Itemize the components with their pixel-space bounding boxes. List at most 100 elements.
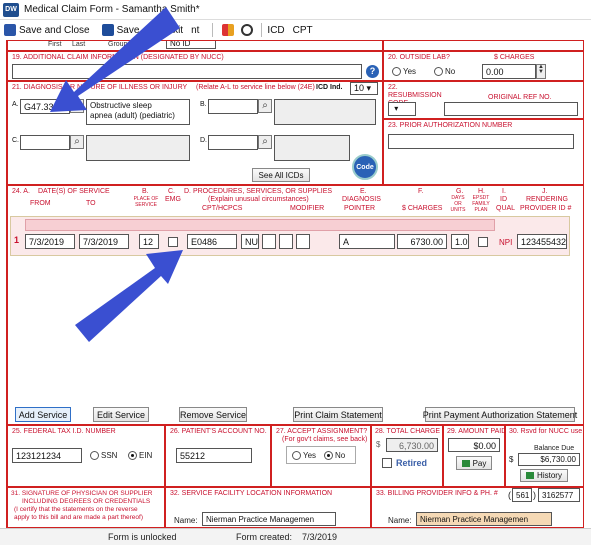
amount-paid-field[interactable]: $0.00 <box>448 438 500 452</box>
from-date-field[interactable]: 7/3/2019 <box>25 234 75 249</box>
edit-service-button[interactable]: Edit Service <box>93 407 149 422</box>
h-id: ID <box>500 196 507 203</box>
box30-section: 30. Rsvd for NUCC use Balance Due $6,730… <box>505 425 583 487</box>
row-number: 1 <box>14 235 20 245</box>
box28-section: 28. TOTAL CHARGE 6,730.00 $ Retired <box>371 425 443 487</box>
to-date-field[interactable]: 7/3/2019 <box>79 234 129 249</box>
facility-label: 32. SERVICE FACILITY LOCATION INFORMATIO… <box>170 490 333 497</box>
h-from: FROM <box>30 200 51 207</box>
money-icon <box>526 472 535 479</box>
h-to: TO <box>86 200 96 207</box>
facility-name-field[interactable]: Nierman Practice Managemen <box>202 512 336 526</box>
diagnosis-d-code[interactable] <box>208 135 258 150</box>
cpt-button[interactable]: CPT <box>293 25 313 36</box>
pay-button[interactable]: Pay <box>456 456 492 470</box>
print-claim-button[interactable]: Print Claim Statement <box>293 407 383 422</box>
people-icon[interactable] <box>222 24 235 36</box>
status-bar: Form is unlocked Form created: 7/3/2019 <box>0 528 591 545</box>
area-code-field[interactable]: 561 <box>512 488 532 502</box>
window-title: Medical Claim Form - Samantha Smith* <box>24 4 200 15</box>
remove-service-button[interactable]: Remove Service <box>179 407 247 422</box>
resubmission-select[interactable]: ▾ <box>388 102 416 116</box>
outside-lab-yes[interactable]: Yes <box>392 67 416 77</box>
cpt-field[interactable]: E0486 <box>187 234 237 249</box>
box29-section: 29. AMOUNT PAID $0.00 Pay <box>443 425 506 487</box>
diagnosis-pointer-field[interactable]: A <box>339 234 395 249</box>
search-icon[interactable]: ⌕ <box>70 135 84 149</box>
d-letter: D. <box>200 137 207 144</box>
balance-due-field: $6,730.00 <box>518 453 580 466</box>
save-button[interactable]: Save <box>98 24 139 36</box>
code-lookup-button[interactable]: Code <box>352 154 378 180</box>
emg-checkbox[interactable] <box>168 237 178 247</box>
target-icon[interactable] <box>241 24 254 36</box>
h-d: D. PROCEDURES, SERVICES, OR SUPPLIES <box>184 188 333 195</box>
modifier-2-field[interactable] <box>262 234 276 249</box>
h-cpt: CPT/HCPCS <box>202 205 243 212</box>
search-icon[interactable]: ⌕ <box>258 99 272 113</box>
history-button[interactable]: History <box>520 469 568 482</box>
outside-lab-no[interactable]: No <box>434 67 455 77</box>
h-emg: EMG <box>165 196 181 203</box>
billing-name-field[interactable]: Nierman Practice Managemen <box>416 512 552 526</box>
original-ref-field[interactable] <box>444 102 578 116</box>
shaded-line <box>25 219 495 231</box>
h-mod: MODIFIER <box>290 205 325 212</box>
modifier-1-field[interactable]: NU <box>241 234 259 249</box>
h-b: B. <box>142 188 149 195</box>
assignment-yes[interactable]: Yes <box>292 451 316 461</box>
h-charges: $ CHARGES <box>402 205 443 212</box>
original-ref-label: ORIGINAL REF NO. <box>488 94 552 101</box>
outside-lab-charges[interactable]: 0.00 <box>482 64 536 79</box>
h-epsdt: EPSDT FAMILY PLAN <box>472 195 490 213</box>
icd-button[interactable]: ICD <box>267 25 284 36</box>
box19-section: 19. ADDITIONAL CLAIM INFORMATION (Design… <box>7 51 383 81</box>
place-of-service-field[interactable]: 12 <box>139 234 159 249</box>
ein-radio[interactable] <box>128 451 137 461</box>
rendering-provider-field[interactable]: 1234554321 <box>517 234 567 249</box>
assignment-no[interactable]: No <box>324 451 345 461</box>
ein-option[interactable]: EIN <box>128 451 152 461</box>
additional-info-field[interactable] <box>12 64 362 79</box>
print-auth-button[interactable]: Print Payment Authorization Statement <box>423 407 577 422</box>
prior-auth-field[interactable] <box>388 134 574 149</box>
see-all-icds-button[interactable]: See All ICDs <box>252 168 310 182</box>
account-no-field[interactable]: 55212 <box>176 448 252 463</box>
icd-ind-select[interactable]: 10 ▾ <box>350 82 378 95</box>
search-icon[interactable]: ⌕ <box>258 135 272 149</box>
exit-button[interactable]: Exit <box>147 24 183 36</box>
money-icon <box>461 459 470 467</box>
ssn-option[interactable]: SSN <box>90 451 117 461</box>
add-service-button[interactable]: Add Service <box>15 407 71 422</box>
print-button[interactable]: nt <box>191 25 199 36</box>
diagnosis-a-code[interactable]: G47.33 <box>20 99 70 114</box>
diagnosis-b-code[interactable] <box>208 99 258 114</box>
help-icon[interactable]: ? <box>366 65 379 78</box>
ssn-radio[interactable] <box>90 451 99 461</box>
signature-label-4: apply to this bill and are made a part t… <box>14 514 143 521</box>
h-a: 24. A. <box>12 188 30 195</box>
signature-label: 31. SIGNATURE OF PHYSICIAN OR SUPPLIER <box>11 490 153 497</box>
service-line-row[interactable]: 1 7/3/2019 7/3/2019 12 E0486 NU A 6730.0… <box>10 216 570 256</box>
epsdt-checkbox[interactable] <box>478 237 488 247</box>
id-field[interactable]: No ID <box>166 41 216 49</box>
charges-spinner[interactable]: ▲ ▼ <box>536 64 546 79</box>
tax-id-field[interactable]: 123121234 <box>12 448 82 463</box>
signature-label-2: INCLUDING DEGREES OR CREDENTIALS <box>22 498 151 505</box>
diagnosis-c-code[interactable] <box>20 135 70 150</box>
phone-field[interactable]: 3162577 <box>538 488 580 502</box>
save-close-button[interactable]: Save and Close <box>0 24 90 36</box>
modifier-3-field[interactable] <box>279 234 293 249</box>
retired-checkbox[interactable] <box>382 458 392 468</box>
charges-field[interactable]: 6730.00 <box>397 234 447 249</box>
modifier-4-field[interactable] <box>296 234 310 249</box>
h-rendering: RENDERING <box>526 196 569 203</box>
yes-radio[interactable] <box>392 67 401 77</box>
search-icon[interactable]: ⌕ <box>70 99 84 113</box>
facility-name-label: Name: <box>174 516 198 525</box>
no-radio[interactable] <box>434 67 443 77</box>
total-charge-label: 28. TOTAL CHARGE <box>375 428 441 435</box>
assignment-yes-radio[interactable] <box>292 451 301 461</box>
units-field[interactable]: 1.0 <box>451 234 469 249</box>
assignment-no-radio[interactable] <box>324 451 333 461</box>
